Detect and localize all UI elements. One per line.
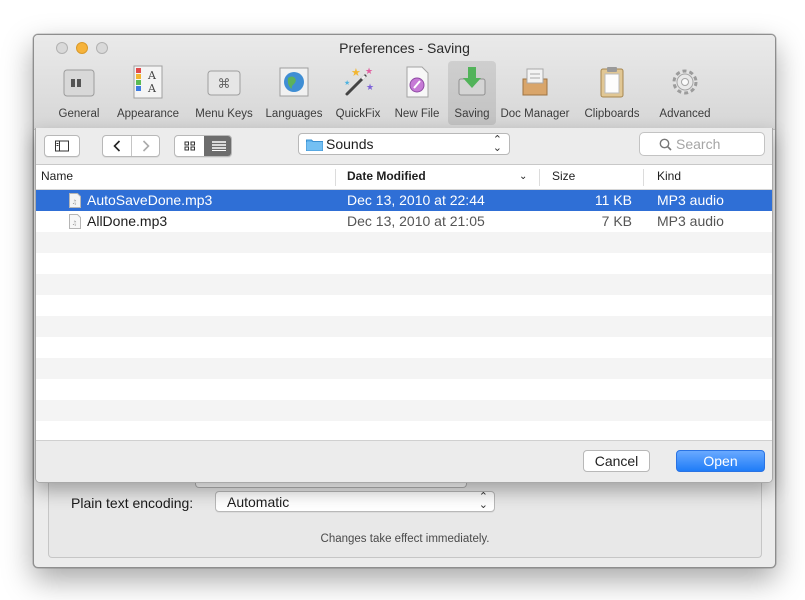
column-separator[interactable] xyxy=(335,169,336,186)
saving-settings-panel: Plain text encoding: Automatic ⌃ ⌄ Change… xyxy=(48,475,762,558)
empty-row xyxy=(36,316,772,337)
back-button[interactable] xyxy=(103,136,131,156)
list-view-button[interactable] xyxy=(204,136,231,156)
empty-row xyxy=(36,358,772,379)
toolbar-item-menu-keys[interactable]: ⌘ Menu Keys xyxy=(188,61,260,125)
svg-text:♫: ♫ xyxy=(72,220,77,227)
toolbar-item-doc-manager[interactable]: Doc Manager xyxy=(496,61,574,125)
column-separator[interactable] xyxy=(643,169,644,186)
search-input[interactable] xyxy=(676,135,760,153)
general-icon xyxy=(63,69,95,97)
toolbar-item-appearance[interactable]: A A Appearance xyxy=(108,61,188,125)
empty-row xyxy=(36,379,772,400)
svg-text:♫: ♫ xyxy=(72,199,77,206)
svg-text:A: A xyxy=(147,69,157,82)
file-date: Dec 13, 2010 at 22:44 xyxy=(347,192,485,208)
empty-row xyxy=(36,274,772,295)
svg-text:★: ★ xyxy=(351,66,361,79)
column-date-modified[interactable]: Date Modified xyxy=(347,169,426,183)
chevron-right-icon xyxy=(142,140,150,152)
encoding-select[interactable]: Automatic ⌃ ⌄ xyxy=(215,491,495,512)
window-title: Preferences - Saving xyxy=(339,40,470,56)
folder-location-popup[interactable]: Sounds ⌃ ⌄ xyxy=(298,133,510,155)
svg-text:★: ★ xyxy=(365,67,373,77)
file-size: 7 KB xyxy=(601,213,632,229)
column-separator[interactable] xyxy=(539,169,540,186)
sort-descending-icon: ⌄ xyxy=(519,171,528,182)
file-list: ♫ AutoSaveDone.mp3 Dec 13, 2010 at 22:44… xyxy=(36,190,772,440)
column-header: Name Date Modified ⌄ Size Kind xyxy=(36,165,772,190)
clipboard-icon xyxy=(600,67,624,98)
languages-icon xyxy=(279,67,309,97)
file-kind: MP3 audio xyxy=(657,192,724,208)
toolbar-item-quickfix[interactable]: ★ ★ ★ ★ QuickFix xyxy=(328,61,388,125)
back-forward-control xyxy=(102,135,160,157)
toolbar-item-languages[interactable]: Languages xyxy=(260,61,328,125)
saving-icon xyxy=(458,67,486,96)
forward-button[interactable] xyxy=(132,136,160,156)
menu-keys-icon: ⌘ xyxy=(207,70,241,96)
toolbar-item-general[interactable]: General xyxy=(50,61,108,125)
open-button[interactable]: Open xyxy=(676,450,765,472)
toolbar-item-advanced[interactable]: Advanced xyxy=(650,61,720,125)
empty-row xyxy=(36,253,772,274)
title-bar: Preferences - Saving General A A Appeara… xyxy=(34,35,775,130)
quickfix-wand-icon: ★ ★ ★ ★ xyxy=(344,66,374,96)
file-row-autosavedone[interactable]: ♫ AutoSaveDone.mp3 Dec 13, 2010 at 22:44… xyxy=(36,190,772,211)
open-file-sheet: Sounds ⌃⌄ Name Date Modified ⌄ Size Kind… xyxy=(35,128,773,483)
empty-row xyxy=(36,400,772,421)
empty-row xyxy=(36,337,772,358)
column-size[interactable]: Size xyxy=(552,169,575,183)
updown-chevron-icon: ⌃ ⌄ xyxy=(492,134,502,154)
column-name[interactable]: Name xyxy=(41,169,73,183)
sheet-toolbar: Sounds ⌃ ⌄ xyxy=(36,128,772,165)
empty-row xyxy=(36,421,772,442)
sheet-footer: Cancel Open xyxy=(36,440,772,482)
column-kind[interactable]: Kind xyxy=(657,169,681,183)
file-kind: MP3 audio xyxy=(657,213,724,229)
toolbar-item-saving[interactable]: Saving xyxy=(448,61,496,125)
file-row-alldone[interactable]: ♫ AllDone.mp3 Dec 13, 2010 at 21:05 7 KB… xyxy=(36,211,772,232)
svg-text:★: ★ xyxy=(366,83,374,93)
toolbar-item-clipboards[interactable]: Clipboards xyxy=(574,61,650,125)
sidebar-toggle-button[interactable] xyxy=(44,135,80,157)
audio-file-icon: ♫ xyxy=(69,214,81,229)
icon-view-button[interactable] xyxy=(175,136,204,156)
view-mode-control xyxy=(174,135,232,157)
sidebar-icon xyxy=(55,140,69,152)
cancel-button[interactable]: Cancel xyxy=(583,450,650,472)
chevron-left-icon xyxy=(113,140,121,152)
audio-file-icon: ♫ xyxy=(69,193,81,208)
changes-note: Changes take effect immediately. xyxy=(320,533,490,545)
appearance-icon: A A xyxy=(133,65,163,99)
file-name: AllDone.mp3 xyxy=(87,213,168,229)
folder-icon xyxy=(306,139,323,151)
search-field[interactable] xyxy=(639,132,765,156)
empty-row xyxy=(36,295,772,316)
file-size: 11 KB xyxy=(594,192,632,208)
svg-text:A: A xyxy=(147,82,157,95)
list-icon xyxy=(211,141,226,151)
search-icon xyxy=(659,138,672,151)
empty-row xyxy=(36,232,772,253)
new-file-icon xyxy=(406,66,429,98)
folder-name: Sounds xyxy=(326,136,374,152)
grid-icon xyxy=(184,141,195,151)
svg-text:★: ★ xyxy=(344,79,350,87)
doc-manager-icon xyxy=(522,68,548,96)
updown-chevron-icon: ⌃ ⌄ xyxy=(478,491,488,511)
file-name: AutoSaveDone.mp3 xyxy=(87,192,213,208)
encoding-value: Automatic xyxy=(227,494,290,510)
toolbar-item-new-file[interactable]: New File xyxy=(388,61,446,125)
gear-icon xyxy=(672,69,698,95)
file-date: Dec 13, 2010 at 21:05 xyxy=(347,213,485,229)
svg-text:⌘: ⌘ xyxy=(218,77,231,92)
encoding-label: Plain text encoding: xyxy=(71,495,194,511)
